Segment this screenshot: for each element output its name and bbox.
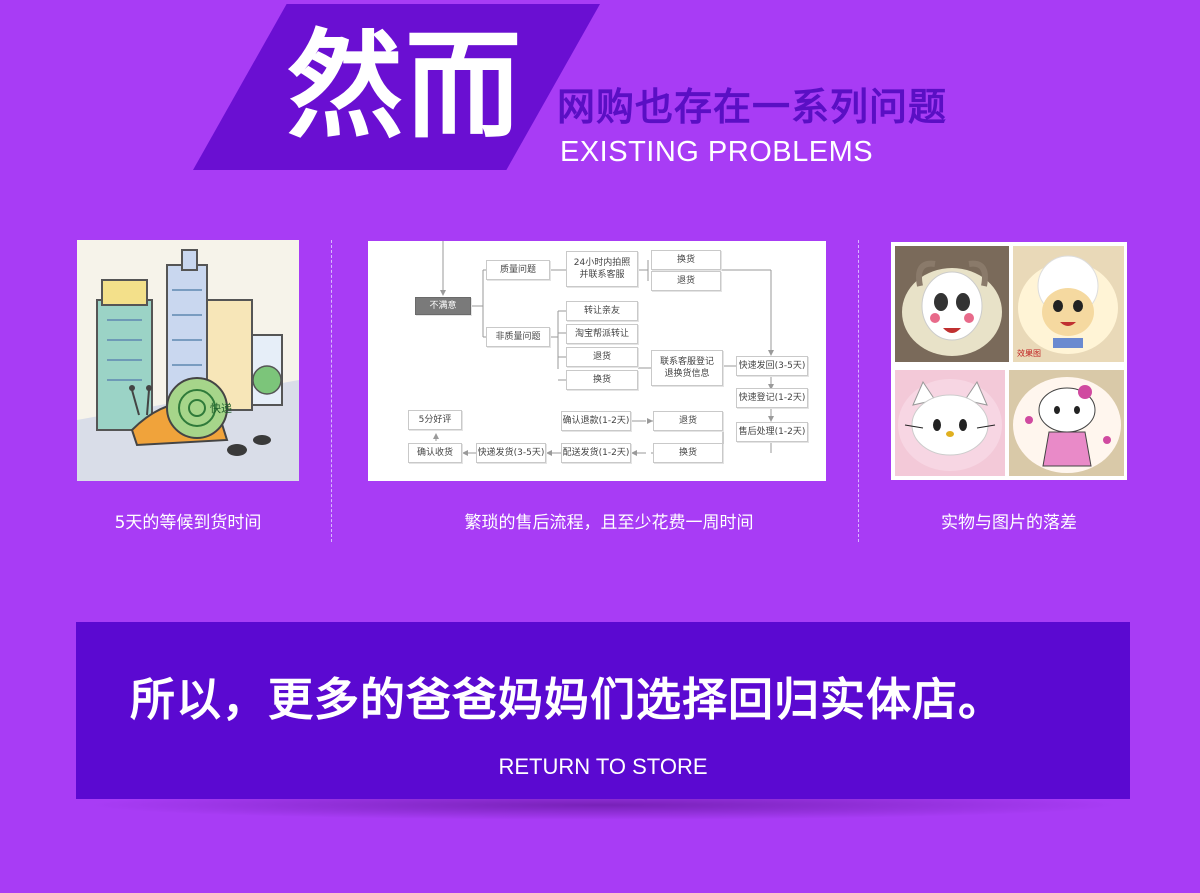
panel-subtitle: RETURN TO STORE <box>498 754 708 779</box>
caption-waiting-time: 5天的等候到货时间 <box>114 513 262 533</box>
flow-node-quality: 质量问题 <box>486 260 550 280</box>
flow-node-after-sale: 售后处理(1-2天) <box>736 422 808 442</box>
cake-photo-sheep-ideal: 效果图 <box>1013 246 1124 362</box>
svg-text:效果图: 效果图 <box>1017 348 1041 358</box>
flow-node-return-3: 退货 <box>653 411 723 431</box>
flow-node-express-ship: 快递发货(3-5天) <box>476 443 546 463</box>
cake-photo-sheep-real <box>895 246 1009 362</box>
flow-node-refund: 确认退款(1-2天) <box>561 411 631 431</box>
cake-comparison-image: 效果图 <box>891 242 1127 480</box>
flow-node-delivery: 配送发货(1-2天) <box>561 443 631 463</box>
flow-node-exchange: 换货 <box>651 250 721 270</box>
panel-title: 所以，更多的爸爸妈妈们选择回归实体店。 <box>130 673 1005 726</box>
snail-delivery-image: 快递 <box>77 240 299 481</box>
cake-photo-kitty-real <box>895 370 1005 476</box>
after-sale-flowchart: 不满意 质量问题 非质量问题 24小时内拍照 并联系客服 换货 退货 转让亲友 … <box>368 241 826 481</box>
flow-node-express-back: 快速发回(3-5天) <box>736 356 808 376</box>
flow-node-photo-contact: 24小时内拍照 并联系客服 <box>566 251 638 287</box>
caption-image-gap: 实物与图片的落差 <box>941 513 1077 533</box>
divider <box>331 240 332 542</box>
subtitle-chinese: 网购也存在一系列问题 <box>557 85 948 129</box>
divider <box>858 240 859 542</box>
flow-node-non-quality: 非质量问题 <box>486 327 550 347</box>
caption-after-sale: 繁琐的售后流程，且至少花费一周时间 <box>464 513 754 533</box>
snail-illustration: 快递 <box>77 249 299 481</box>
page-title: 然而 <box>287 19 523 154</box>
flow-node-unsatisfied: 不满意 <box>415 297 471 315</box>
flow-node-contact-register: 联系客服登记 退换货信息 <box>651 350 723 386</box>
cake-photo-kitty-ideal <box>1009 370 1124 476</box>
subtitle-english: EXISTING PROBLEMS <box>560 136 874 168</box>
flow-node-exchange-3: 换货 <box>653 443 723 463</box>
flow-node-express-register: 快速登记(1-2天) <box>736 388 808 408</box>
flow-node-confirm-receive: 确认收货 <box>408 443 462 463</box>
flow-node-return: 退货 <box>651 271 721 291</box>
flow-node-exchange-2: 换货 <box>566 370 638 390</box>
flow-node-good-review: 5分好评 <box>408 410 462 430</box>
flow-node-taobao-transfer: 淘宝帮派转让 <box>566 324 638 344</box>
svg-text:快递: 快递 <box>210 401 232 415</box>
flow-node-return-2: 退货 <box>566 347 638 367</box>
flow-node-transfer-friend: 转让亲友 <box>566 301 638 321</box>
